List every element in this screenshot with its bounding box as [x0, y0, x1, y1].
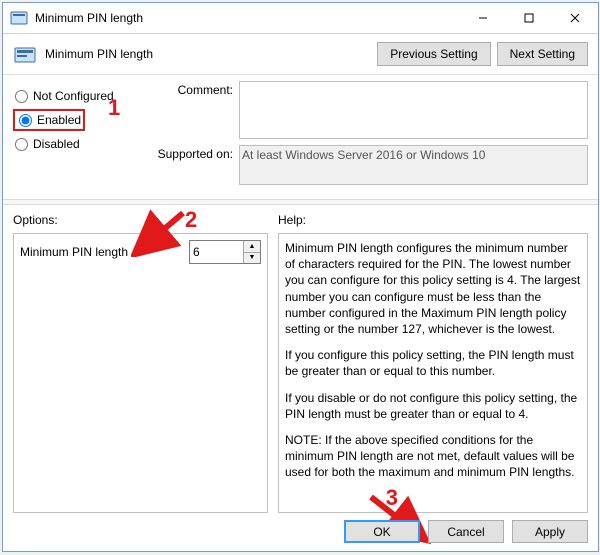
- annotation-number-2: 2: [185, 207, 197, 233]
- radio-enabled-label: Enabled: [37, 113, 81, 127]
- maximize-button[interactable]: [506, 3, 552, 33]
- radio-not-configured[interactable]: [15, 90, 28, 103]
- radio-disabled[interactable]: [15, 138, 28, 151]
- annotation-number-3: 3: [386, 485, 398, 511]
- help-paragraph-4: NOTE: If the above specified conditions …: [285, 432, 581, 481]
- help-paragraph-3: If you disable or do not configure this …: [285, 390, 581, 422]
- header-row: Minimum PIN length Previous Setting Next…: [3, 34, 598, 75]
- annotation-highlight-1: Enabled: [13, 109, 85, 131]
- spinner-up-button[interactable]: ▲: [244, 241, 260, 253]
- splitter[interactable]: [3, 199, 598, 205]
- radio-enabled[interactable]: [19, 114, 32, 127]
- comment-textarea[interactable]: [239, 81, 588, 139]
- apply-button[interactable]: Apply: [512, 520, 588, 543]
- state-radio-group: Not Configured Enabled Disabled: [13, 81, 143, 191]
- options-label: Options:: [13, 213, 268, 227]
- min-pin-length-spinner[interactable]: ▲ ▼: [189, 240, 261, 264]
- help-label: Help:: [278, 213, 588, 227]
- min-pin-length-label: Minimum PIN length: [20, 245, 189, 259]
- dialog-window: Minimum PIN length Minimum PIN length Pr…: [2, 2, 599, 552]
- close-button[interactable]: [552, 3, 598, 33]
- radio-disabled-label: Disabled: [33, 137, 80, 151]
- help-paragraph-1: Minimum PIN length configures the minimu…: [285, 240, 581, 337]
- next-setting-button[interactable]: Next Setting: [497, 42, 588, 66]
- footer-buttons: OK Cancel Apply: [336, 520, 588, 543]
- radio-not-configured-label: Not Configured: [33, 89, 114, 103]
- spinner-down-button[interactable]: ▼: [244, 253, 260, 264]
- supported-on-label: Supported on:: [143, 145, 239, 161]
- min-pin-length-input[interactable]: [190, 241, 243, 263]
- previous-setting-button[interactable]: Previous Setting: [377, 42, 490, 66]
- help-panel[interactable]: Minimum PIN length configures the minimu…: [278, 233, 588, 513]
- ok-button[interactable]: OK: [344, 520, 420, 543]
- help-paragraph-2: If you configure this policy setting, th…: [285, 347, 581, 379]
- options-panel: Minimum PIN length ▲ ▼: [13, 233, 268, 513]
- app-icon: [9, 8, 29, 28]
- content-area: Not Configured Enabled Disabled Comment:: [3, 75, 598, 523]
- cancel-button[interactable]: Cancel: [428, 520, 504, 543]
- comment-label: Comment:: [143, 81, 239, 97]
- supported-on-text: [239, 145, 588, 185]
- titlebar[interactable]: Minimum PIN length: [3, 3, 598, 34]
- minimize-button[interactable]: [460, 3, 506, 33]
- policy-title: Minimum PIN length: [45, 47, 371, 61]
- window-title: Minimum PIN length: [29, 11, 460, 25]
- annotation-number-1: 1: [108, 95, 120, 121]
- policy-icon: [13, 42, 37, 66]
